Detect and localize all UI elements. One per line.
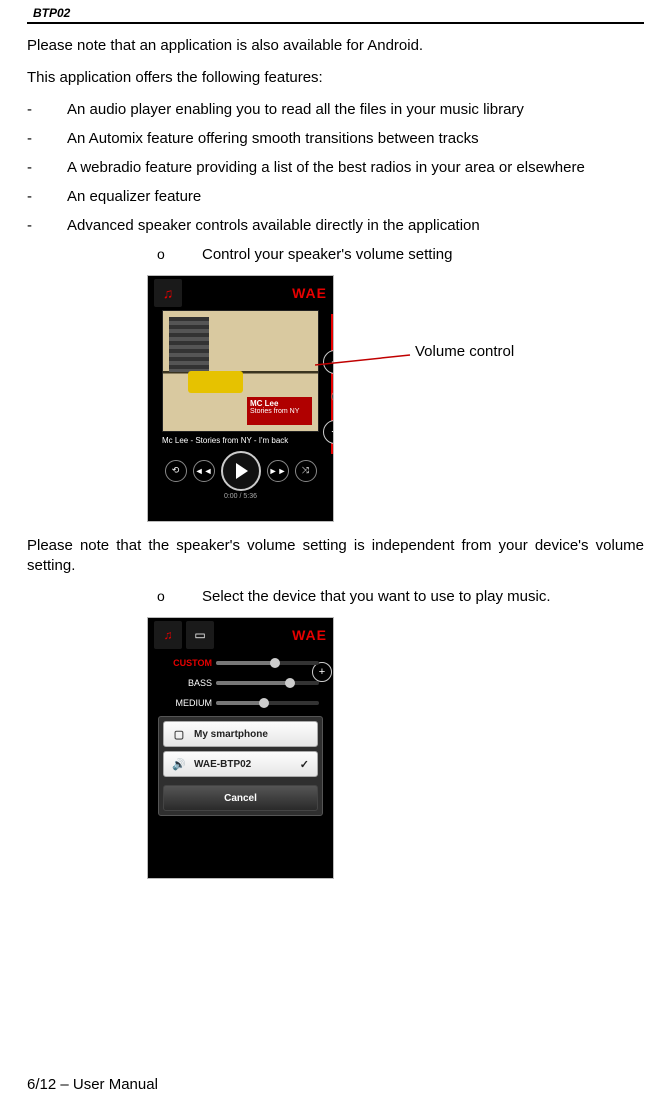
bullet-item: - Advanced speaker controls available di… <box>27 217 644 234</box>
cancel-label: Cancel <box>224 793 257 804</box>
bullet-text: Advanced speaker controls available dire… <box>67 217 644 234</box>
plus-icon[interactable]: + <box>312 662 332 682</box>
header-product-label: BTP02 <box>27 6 644 20</box>
sub-bullet-circle: o <box>157 588 202 605</box>
bullet-dash: - <box>27 217 67 234</box>
device-option-label: My smartphone <box>194 729 268 740</box>
time-display: 0:00 / 5:36 <box>148 493 333 500</box>
sub-bullet-item: o Control your speaker's volume setting <box>27 246 644 263</box>
check-icon: ✓ <box>300 758 309 771</box>
para-volume-note: Please note that the speaker's volume se… <box>27 536 644 577</box>
screenshot-device-select-wrap: ♫ ▭ WAE + CUSTOM BASS MEDIUM ▢ My smart <box>147 617 627 879</box>
radio-icon[interactable]: ▭ <box>186 621 214 649</box>
eq-medium-slider[interactable] <box>216 701 319 705</box>
brand-logo: WAE <box>292 627 327 643</box>
bullet-text: An audio player enabling you to read all… <box>67 101 644 118</box>
bullet-dash: - <box>27 130 67 147</box>
bullet-dash: - <box>27 101 67 118</box>
album-line2: Stories from NY <box>250 408 309 415</box>
page-footer: 6/12 – User Manual <box>27 1076 158 1093</box>
cancel-button[interactable]: Cancel <box>163 785 318 811</box>
track-title: Mc Lee - Stories from NY - I'm back <box>148 432 333 447</box>
device-option-label: WAE-BTP02 <box>194 759 251 770</box>
eq-custom-label: CUSTOM <box>162 658 216 668</box>
bullet-item: - A webradio feature providing a list of… <box>27 159 644 176</box>
device-option-smartphone[interactable]: ▢ My smartphone <box>163 721 318 747</box>
bullet-text: An equalizer feature <box>67 188 644 205</box>
smartphone-icon: ▢ <box>172 728 186 741</box>
header-rule <box>27 22 644 24</box>
eq-medium-label: MEDIUM <box>162 698 216 708</box>
sub-bullet-text: Control your speaker's volume setting <box>202 246 452 263</box>
equalizer-panel: CUSTOM BASS MEDIUM <box>162 656 319 710</box>
bullet-text: An Automix feature offering smooth trans… <box>67 130 644 147</box>
callout-line <box>315 353 415 373</box>
mute-icon[interactable]: 🔇 <box>331 392 334 403</box>
sub-bullet-circle: o <box>157 246 202 263</box>
sub-bullet-text: Select the device that you want to use t… <box>202 588 551 605</box>
para-features-intro: This application offers the following fe… <box>27 68 644 88</box>
play-button[interactable] <box>221 451 261 491</box>
shuffle-icon[interactable]: ⤨ <box>295 460 317 482</box>
device-option-speaker[interactable]: 🔊 WAE-BTP02 ✓ <box>163 751 318 777</box>
prev-track-icon[interactable]: ◄◄ <box>193 460 215 482</box>
bullet-item: - An Automix feature offering smooth tra… <box>27 130 644 147</box>
callout-volume-control: Volume control <box>415 343 514 360</box>
speaker-icon: 🔊 <box>172 758 186 771</box>
bullet-item: - An audio player enabling you to read a… <box>27 101 644 118</box>
app-screenshot-device-select: ♫ ▭ WAE + CUSTOM BASS MEDIUM ▢ My smart <box>147 617 334 879</box>
eq-bass-slider[interactable] <box>216 681 319 685</box>
sub-bullet-item: o Select the device that you want to use… <box>27 588 644 605</box>
repeat-icon[interactable]: ⟲ <box>165 460 187 482</box>
album-art: MC Lee Stories from NY <box>162 310 319 432</box>
device-select-menu: ▢ My smartphone 🔊 WAE-BTP02 ✓ Cancel <box>158 716 323 816</box>
next-track-icon[interactable]: ►► <box>267 460 289 482</box>
para-android-note: Please note that an application is also … <box>27 36 644 56</box>
music-note-icon: ♫ <box>154 279 182 307</box>
music-note-icon[interactable]: ♫ <box>154 621 182 649</box>
app-screenshot-player: ♫ WAE MC Lee Stories from NY Mc Lee - St… <box>147 275 334 522</box>
bullet-dash: - <box>27 159 67 176</box>
album-line1: MC Lee <box>250 399 309 408</box>
bullet-dash: - <box>27 188 67 205</box>
bullet-item: - An equalizer feature <box>27 188 644 205</box>
bullet-text: A webradio feature providing a list of t… <box>67 159 644 176</box>
screenshot-volume-wrap: ♫ WAE MC Lee Stories from NY Mc Lee - St… <box>147 275 627 522</box>
player-controls: ⟲ ◄◄ ►► ⤨ <box>148 451 333 491</box>
eq-bass-label: BASS <box>162 678 216 688</box>
brand-logo: WAE <box>292 285 327 301</box>
eq-custom-slider[interactable] <box>216 661 319 665</box>
